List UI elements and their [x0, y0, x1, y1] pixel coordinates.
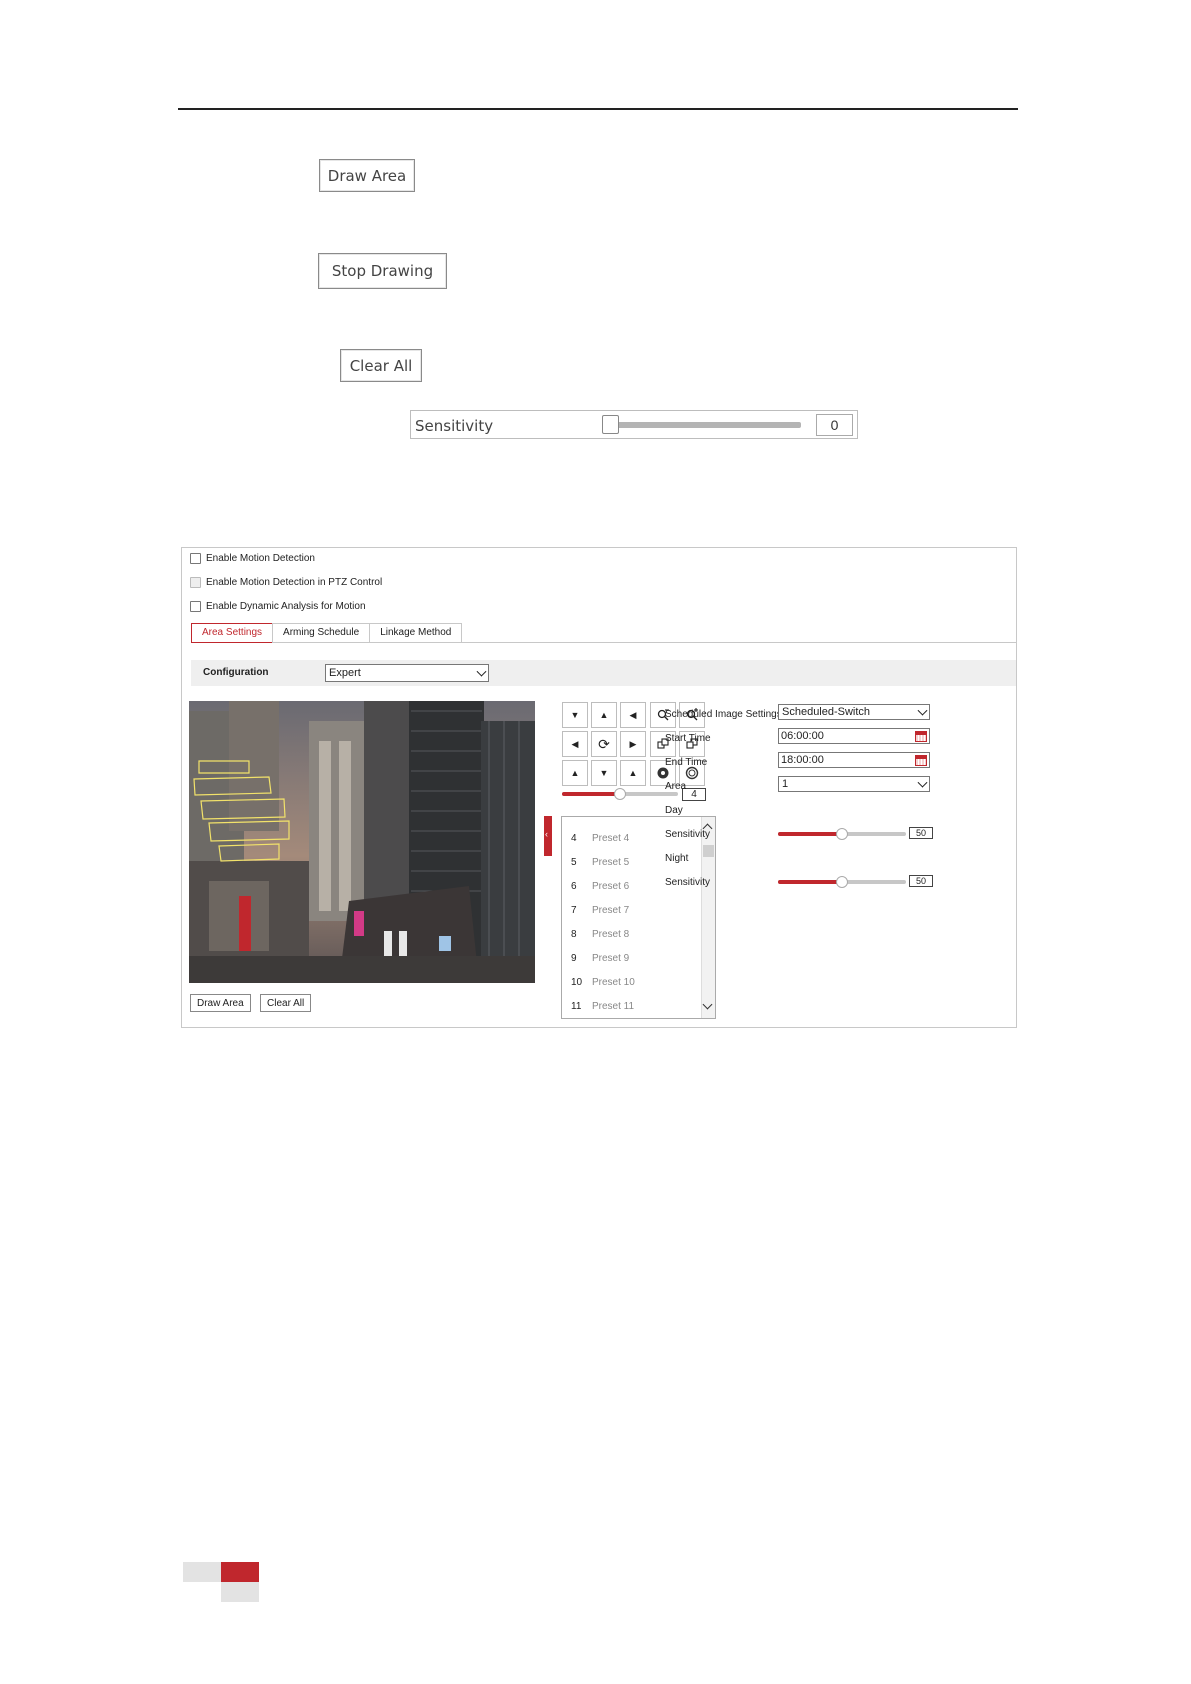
day-label: Day [665, 805, 683, 816]
preset-number: 3 [571, 817, 577, 820]
footer-block-accent [221, 1562, 259, 1582]
preset-name: Preset 6 [592, 881, 630, 892]
preset-name: Preset 11 [592, 1001, 635, 1012]
tab-bar: Area Settings Arming Schedule Linkage Me… [191, 623, 463, 643]
configuration-select-value: Expert [329, 667, 361, 679]
ptz-speed-slider-thumb[interactable] [614, 788, 626, 800]
enable-ptz-motion-detection-row: Enable Motion Detection in PTZ Control [190, 577, 382, 588]
clear-all-button[interactable]: Clear All [340, 349, 422, 382]
day-sensitivity-label: Sensitivity [665, 829, 711, 840]
sensitivity-value-field[interactable]: 0 [816, 414, 853, 436]
preset-number: 4 [571, 833, 577, 844]
live-video-preview[interactable] [189, 701, 535, 983]
enable-dynamic-analysis-row[interactable]: Enable Dynamic Analysis for Motion [190, 601, 366, 612]
preset-number: 5 [571, 857, 577, 868]
chevron-down-icon [917, 777, 928, 788]
arrow-left-icon[interactable]: ◀ [562, 731, 588, 757]
configuration-bar: Configuration Expert [191, 660, 1016, 686]
enable-motion-detection-checkbox[interactable] [190, 553, 201, 564]
preset-name: Preset 3 [592, 817, 629, 820]
start-time-input[interactable]: 06:00:00 [778, 728, 930, 744]
calendar-icon[interactable] [915, 731, 927, 742]
start-time-label: Start Time [665, 733, 711, 744]
night-sensitivity-slider[interactable] [778, 876, 906, 888]
draw-area-button[interactable]: Draw Area [319, 159, 415, 192]
preset-list-scrollbar[interactable] [701, 817, 715, 1018]
preset-name: Preset 7 [592, 905, 630, 916]
scheduled-image-settings-select[interactable]: Scheduled-Switch [778, 704, 930, 720]
preset-name: Preset 8 [592, 929, 630, 940]
end-time-input[interactable]: 18:00:00 [778, 752, 930, 768]
scheduled-image-settings-label: Scheduled Image Settings [665, 709, 782, 720]
sensitivity-control: Sensitivity 0 [410, 410, 858, 439]
enable-ptz-motion-detection-label: Enable Motion Detection in PTZ Control [206, 577, 383, 588]
ptz-speed-slider-fill [562, 792, 620, 796]
scheduled-image-settings-value: Scheduled-Switch [782, 706, 871, 718]
preset-number: 11 [571, 1001, 582, 1012]
auto-rotate-icon[interactable]: ⟳ [591, 731, 617, 757]
night-sensitivity-label: Sensitivity [665, 877, 711, 888]
preset-number: 9 [571, 953, 577, 964]
arrow-up-left-icon[interactable]: ▲ [562, 760, 588, 786]
sensitivity-slider-track[interactable] [606, 422, 801, 428]
preset-number: 8 [571, 929, 577, 940]
sensitivity-label: Sensitivity [415, 417, 494, 435]
day-sensitivity-value[interactable]: 50 [909, 827, 933, 839]
configuration-select[interactable]: Expert [325, 664, 489, 682]
preset-name: Preset 10 [592, 977, 635, 988]
tab-linkage-method[interactable]: Linkage Method [369, 623, 463, 643]
footer-block-light-lower [221, 1582, 259, 1602]
enable-ptz-motion-detection-checkbox [190, 577, 201, 588]
collapse-panel-tab[interactable]: ‹ [544, 816, 552, 856]
end-time-label: End Time [665, 757, 708, 768]
tab-arming-schedule[interactable]: Arming Schedule [272, 623, 370, 643]
arrow-up-right-icon[interactable]: ▲ [620, 760, 646, 786]
ptz-speed-slider[interactable] [562, 788, 678, 800]
tab-area-settings[interactable]: Area Settings [191, 623, 273, 643]
calendar-icon[interactable] [915, 755, 927, 766]
arrow-right-icon[interactable]: ▶ [620, 731, 646, 757]
video-draw-area-button[interactable]: Draw Area [190, 994, 251, 1012]
night-sensitivity-slider-thumb[interactable] [836, 876, 848, 888]
enable-dynamic-analysis-label: Enable Dynamic Analysis for Motion [206, 601, 366, 612]
area-label: Area [665, 781, 687, 792]
chevron-down-icon [917, 705, 928, 716]
preset-number: 10 [571, 977, 583, 988]
chevron-down-icon[interactable] [702, 999, 713, 1010]
preset-name: Preset 9 [592, 953, 630, 964]
end-time-value: 18:00:00 [781, 754, 824, 766]
night-label: Night [665, 853, 689, 864]
arrow-down-right-icon[interactable]: ◀ [620, 702, 646, 728]
arrow-up-icon[interactable]: ▲ [591, 702, 617, 728]
day-sensitivity-slider[interactable] [778, 828, 906, 840]
preset-number: 6 [571, 881, 577, 892]
preset-name: Preset 4 [592, 833, 630, 844]
scrollbar-thumb[interactable] [703, 845, 714, 857]
header-rule [178, 108, 1018, 110]
sensitivity-slider-thumb[interactable] [602, 415, 619, 434]
arrow-down-left-icon[interactable]: ▼ [562, 702, 588, 728]
start-time-value: 06:00:00 [781, 730, 824, 742]
motion-detection-panel: Enable Motion Detection Enable Motion De… [181, 547, 1017, 1028]
area-select[interactable]: 1 [778, 776, 930, 792]
night-sensitivity-value[interactable]: 50 [909, 875, 933, 887]
day-sensitivity-slider-fill [778, 832, 842, 836]
arrow-down-icon[interactable]: ▼ [591, 760, 617, 786]
preset-number: 7 [571, 905, 577, 916]
video-clear-all-button[interactable]: Clear All [260, 994, 312, 1012]
enable-motion-detection-row[interactable]: Enable Motion Detection [190, 553, 315, 564]
configuration-label: Configuration [203, 667, 269, 678]
stop-drawing-button[interactable]: Stop Drawing [318, 253, 447, 289]
enable-dynamic-analysis-checkbox[interactable] [190, 601, 201, 612]
preset-list: 3 Preset 3 4 Preset 4 5 Preset 5 6 Preset 6 7 Pre… [561, 816, 716, 1019]
area-select-value: 1 [782, 778, 789, 790]
enable-motion-detection-label: Enable Motion Detection [206, 553, 315, 564]
city-scene-image [189, 701, 535, 983]
preset-name: Preset 5 [592, 857, 630, 868]
chevron-left-icon: ‹ [545, 829, 548, 839]
chevron-down-icon [476, 666, 487, 677]
footer-block-light [183, 1562, 221, 1582]
night-sensitivity-slider-fill [778, 880, 842, 884]
day-sensitivity-slider-thumb[interactable] [836, 828, 848, 840]
